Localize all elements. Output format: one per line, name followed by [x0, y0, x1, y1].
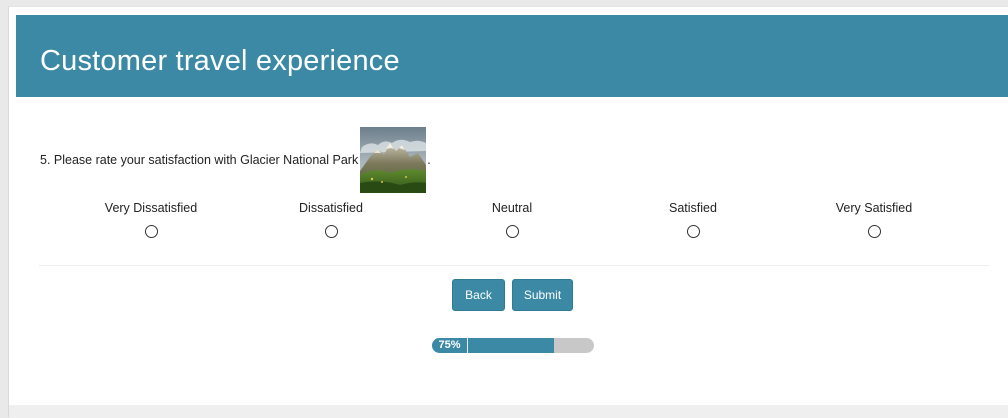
survey-page: Customer travel experience 5. Please rat… [8, 6, 1008, 418]
question-row: 5. Please rate your satisfaction with Gl… [40, 127, 431, 193]
radio-button[interactable] [867, 225, 881, 238]
option-dissatisfied[interactable]: Dissatisfied [251, 201, 411, 238]
satisfaction-scale: Very Dissatisfied Dissatisfied Neutral S… [59, 201, 964, 245]
radio-button[interactable] [686, 225, 700, 238]
option-very-satisfied[interactable]: Very Satisfied [794, 201, 954, 238]
option-very-dissatisfied[interactable]: Very Dissatisfied [71, 201, 231, 238]
option-label: Very Dissatisfied [104, 201, 198, 215]
option-satisfied[interactable]: Satisfied [613, 201, 773, 238]
option-label: Very Satisfied [835, 201, 913, 215]
radio-button[interactable] [324, 225, 338, 238]
survey-header: Customer travel experience [16, 15, 1008, 97]
back-button[interactable]: Back [452, 279, 505, 311]
question-suffix: . [427, 153, 431, 167]
progress-bar: 75% [432, 338, 594, 353]
radio-button[interactable] [505, 225, 519, 238]
option-label: Neutral [491, 201, 533, 215]
question-text: 5. Please rate your satisfaction with Gl… [40, 153, 359, 167]
radio-button[interactable] [144, 225, 158, 238]
option-neutral[interactable]: Neutral [432, 201, 592, 238]
divider [39, 265, 989, 266]
footer-strip [9, 405, 1008, 418]
submit-button[interactable]: Submit [512, 279, 573, 311]
mountain-landscape-photo [360, 127, 427, 193]
option-label: Satisfied [669, 201, 717, 215]
option-label: Dissatisfied [299, 201, 363, 215]
survey-title: Customer travel experience [40, 45, 400, 77]
progress-label: 75% [432, 338, 468, 353]
